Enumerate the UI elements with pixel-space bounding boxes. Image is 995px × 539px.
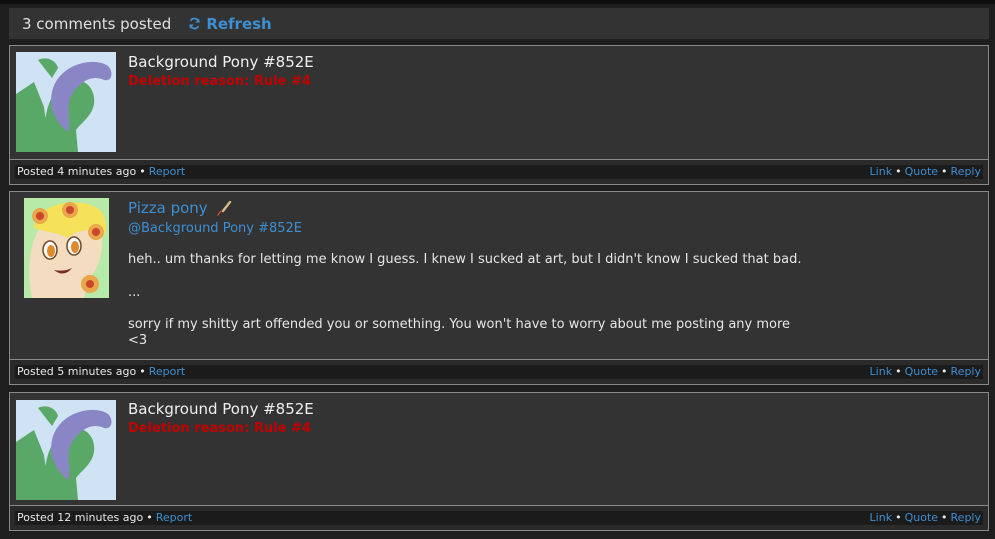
avatar[interactable] xyxy=(16,400,116,500)
refresh-button[interactable]: Refresh xyxy=(188,14,272,33)
comment-text: ... xyxy=(128,285,141,300)
comment-deleted: Background Pony #852E Deletion reason: R… xyxy=(9,45,989,185)
comment-deleted: Background Pony #852E Deletion reason: R… xyxy=(9,392,989,531)
quote-link[interactable]: Quote xyxy=(905,365,938,378)
posted-time: Posted 4 minutes ago xyxy=(17,165,137,178)
posted-time: Posted 12 minutes ago xyxy=(17,511,144,524)
refresh-icon xyxy=(189,17,201,30)
top-divider xyxy=(0,0,995,4)
pony-avatar-icon xyxy=(16,400,116,500)
link-link[interactable]: Link xyxy=(870,165,893,178)
avatar[interactable] xyxy=(24,198,109,298)
quote-link[interactable]: Quote xyxy=(905,511,938,524)
posted-time: Posted 5 minutes ago xyxy=(17,365,137,378)
comment-count: 3 comments posted xyxy=(22,14,172,33)
comment-text: heh.. um thanks for letting me know I gu… xyxy=(128,252,802,267)
avatar[interactable] xyxy=(16,52,116,152)
deletion-reason: Deletion reason: Rule #4 xyxy=(128,421,311,436)
pony-avatar-icon xyxy=(16,52,116,152)
comments-page: 3 comments posted Refresh Background Pon… xyxy=(0,0,995,539)
report-link[interactable]: Report xyxy=(149,365,185,378)
paintbrush-icon xyxy=(216,200,231,216)
comment-author: Background Pony #852E xyxy=(128,400,314,418)
link-link[interactable]: Link xyxy=(870,511,893,524)
comment-footer: Posted 4 minutes ago • Report Link • Quote • R… xyxy=(10,159,988,184)
report-link[interactable]: Report xyxy=(156,511,192,524)
comment-footer: Posted 12 minutes ago • Report Link • Quote •… xyxy=(10,505,988,530)
reply-link[interactable]: Reply xyxy=(951,165,981,178)
comment-text: sorry if my shitty art offended you or s… xyxy=(128,317,791,348)
mention-link[interactable]: @Background Pony #852E xyxy=(128,221,302,236)
link-link[interactable]: Link xyxy=(870,365,893,378)
reply-link[interactable]: Reply xyxy=(951,365,981,378)
reply-link[interactable]: Reply xyxy=(951,511,981,524)
comments-header: 3 comments posted Refresh xyxy=(9,8,989,39)
comment-pizza-pony: Pizza pony @Background Pony #852E heh.. … xyxy=(9,191,989,385)
deletion-reason: Deletion reason: Rule #4 xyxy=(128,74,311,89)
report-link[interactable]: Report xyxy=(149,165,185,178)
comment-author: Background Pony #852E xyxy=(128,53,314,71)
quote-link[interactable]: Quote xyxy=(905,165,938,178)
comment-footer: Posted 5 minutes ago • Report Link • Quote • R… xyxy=(10,359,988,384)
pony-avatar-icon xyxy=(24,198,109,298)
comment-author[interactable]: Pizza pony xyxy=(128,199,232,217)
refresh-label: Refresh xyxy=(206,14,272,33)
